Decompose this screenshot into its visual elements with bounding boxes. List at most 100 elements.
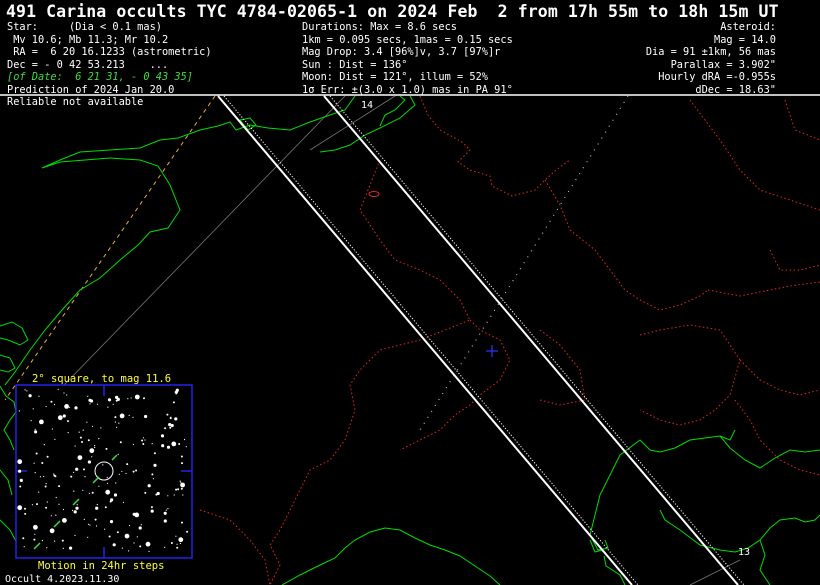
inset-star	[73, 490, 75, 492]
inset-star	[175, 393, 177, 395]
inset-star	[132, 470, 135, 473]
inset-star	[19, 485, 22, 488]
inset-star	[179, 542, 181, 545]
inset-star	[82, 489, 84, 491]
inset-star	[177, 488, 180, 491]
inset-star	[54, 540, 56, 542]
inset-star	[66, 394, 68, 396]
inset-star	[34, 472, 36, 474]
centre-line	[419, 95, 629, 431]
inset-star	[132, 512, 136, 516]
inset-star	[151, 443, 153, 445]
inset-star	[174, 417, 178, 421]
mag-drop: Mag Drop: 3.4 [96%]v, 3.7 [97%]r	[302, 46, 501, 58]
asteroid-ddec: dDec = 18.63"	[695, 83, 776, 96]
inset-star	[140, 524, 142, 526]
graticule-line	[689, 559, 741, 585]
inset-star	[167, 508, 169, 510]
inset-star	[161, 444, 165, 448]
path-north-limit	[217, 95, 633, 585]
star-heading: Star: (Dia < 0.1 mas)	[7, 21, 162, 33]
inset-star	[30, 395, 32, 397]
inset-star	[43, 444, 45, 446]
inset-star	[32, 408, 34, 410]
inset-star	[24, 389, 26, 391]
inset-star	[117, 453, 119, 455]
inset-star	[114, 421, 116, 423]
page-title: 491 Carina occults TYC 4784-02065-1 on 2…	[6, 2, 779, 21]
inset-star	[74, 534, 76, 537]
inset-star	[45, 405, 47, 408]
inset-star	[88, 492, 90, 494]
inset-star	[119, 413, 125, 419]
inset-star	[132, 443, 134, 445]
inset-star	[33, 524, 38, 530]
inset-star	[166, 445, 171, 449]
asteroid-hourly-dra: Hourly dRA =-0.955s	[658, 71, 776, 83]
inset-star	[87, 395, 89, 397]
yellow-path-limit	[4, 95, 216, 401]
inset-star	[180, 482, 186, 488]
inset-star	[91, 491, 94, 494]
inset-star	[136, 536, 138, 538]
inset-star	[102, 464, 104, 466]
path-north-limit-uncertainty	[223, 95, 639, 585]
version-footer: Occult 4.2023.11.30	[5, 574, 120, 585]
inset-star	[39, 476, 42, 478]
lake-marker	[368, 191, 380, 197]
inset-star	[153, 452, 156, 455]
inset-star	[61, 539, 64, 542]
inset-star	[89, 403, 91, 405]
inset-star	[68, 406, 71, 408]
inset-star	[83, 468, 85, 471]
inset-star	[106, 476, 108, 479]
inset-star	[62, 414, 66, 418]
inset-star	[62, 508, 65, 511]
inset-star	[31, 504, 33, 506]
inset-caption: Motion in 24hr steps	[38, 560, 165, 572]
inset-star	[75, 467, 79, 471]
inset-star	[82, 429, 84, 431]
inset-star	[163, 511, 167, 515]
inset-star	[110, 498, 114, 502]
inset-star	[54, 438, 56, 440]
inset-star	[96, 403, 99, 405]
inset-star	[182, 494, 184, 496]
inset-star	[163, 519, 167, 523]
inset-star	[169, 417, 172, 420]
inset-star	[142, 437, 145, 439]
inset-star	[160, 434, 165, 438]
inset-star	[74, 406, 78, 410]
inset-star	[105, 489, 111, 495]
inset-star	[173, 494, 175, 496]
star-magnitudes: Mv 10.6; Mb 11.3; Mr 10.2	[7, 33, 169, 46]
inset-star	[180, 481, 182, 483]
inset-star	[169, 426, 172, 429]
inset-title: 2° square, to mag 11.6	[32, 373, 172, 385]
duration-max: Durations: Max = 8.6 secs	[302, 21, 457, 33]
moon-distance: Moon: Dist = 121°, illum = 52%	[302, 71, 488, 83]
inset-star	[179, 480, 181, 482]
graticule-line	[309, 95, 396, 151]
inset-star	[69, 546, 73, 550]
inset-star	[30, 420, 32, 422]
inset-star	[119, 441, 122, 444]
inset-star	[55, 514, 57, 516]
inset-star	[23, 546, 25, 548]
inset-star	[83, 518, 85, 521]
inset-star	[51, 428, 54, 430]
inset-star	[22, 537, 25, 540]
inset-star	[128, 550, 130, 552]
inset-star	[180, 487, 183, 490]
inset-star	[105, 447, 108, 450]
inset-star	[167, 495, 169, 497]
asteroid-diameter: Dia = 91 ±1km, 56 mas	[645, 46, 776, 58]
inset-star	[94, 518, 97, 521]
inset-star	[24, 507, 26, 510]
inset-star	[84, 476, 86, 478]
star-field-inset	[15, 384, 193, 559]
inset-star	[43, 475, 45, 478]
inset-star	[45, 483, 47, 485]
inset-star	[122, 501, 125, 503]
inset-star	[113, 493, 118, 497]
